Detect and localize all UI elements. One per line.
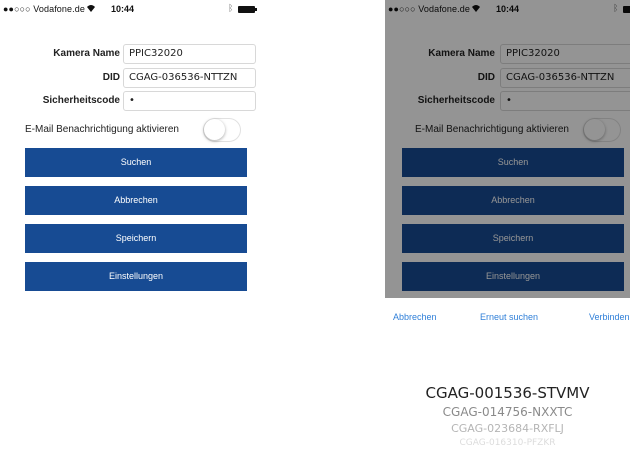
connect-button[interactable]: Verbinden <box>589 312 630 322</box>
right-screen: ●●○○○ Vodafone.de 10:44 ᛒ Kamera Name PP… <box>385 0 630 457</box>
battery-icon <box>238 6 257 13</box>
picker-item[interactable]: CGAG-014756-NXXTC <box>385 405 630 419</box>
picker-item[interactable]: CGAG-016310-PFZKR <box>385 438 630 448</box>
toggle-knob <box>204 119 225 140</box>
camera-name-label: Kamera Name <box>53 48 120 59</box>
security-code-label: Sicherheitscode <box>42 95 120 106</box>
wifi-icon <box>86 4 96 15</box>
settings-button[interactable]: Einstellungen <box>25 262 247 291</box>
left-screen: ●●○○○ Vodafone.de 10:44 ᛒ Kamera Name PP… <box>0 0 260 300</box>
search-button[interactable]: Suchen <box>25 148 247 177</box>
status-bar: ●●○○○ Vodafone.de 10:44 ᛒ <box>0 3 260 20</box>
modal-overlay <box>385 0 630 298</box>
did-label: DID <box>102 72 120 83</box>
security-code-input[interactable]: • <box>123 91 256 111</box>
picker-item-selected[interactable]: CGAG-001536-STVMV <box>385 384 630 402</box>
retry-search-button[interactable]: Erneut suchen <box>480 312 538 322</box>
sheet-cancel-button[interactable]: Abbrechen <box>393 312 437 322</box>
email-notification-label: E-Mail Benachrichtigung aktivieren <box>25 124 179 135</box>
did-input[interactable]: CGAG-036536-NTTZN <box>123 68 256 88</box>
carrier-label: ●●○○○ Vodafone.de <box>3 4 85 14</box>
picker-item[interactable]: CGAG-023684-RXFLJ <box>385 422 630 435</box>
email-notification-toggle[interactable] <box>203 118 241 142</box>
bluetooth-icon: ᛒ <box>228 3 234 13</box>
camera-name-input[interactable]: PPIC32020 <box>123 44 256 64</box>
clock: 10:44 <box>111 4 135 14</box>
cancel-button[interactable]: Abbrechen <box>25 186 247 215</box>
save-button[interactable]: Speichern <box>25 224 247 253</box>
